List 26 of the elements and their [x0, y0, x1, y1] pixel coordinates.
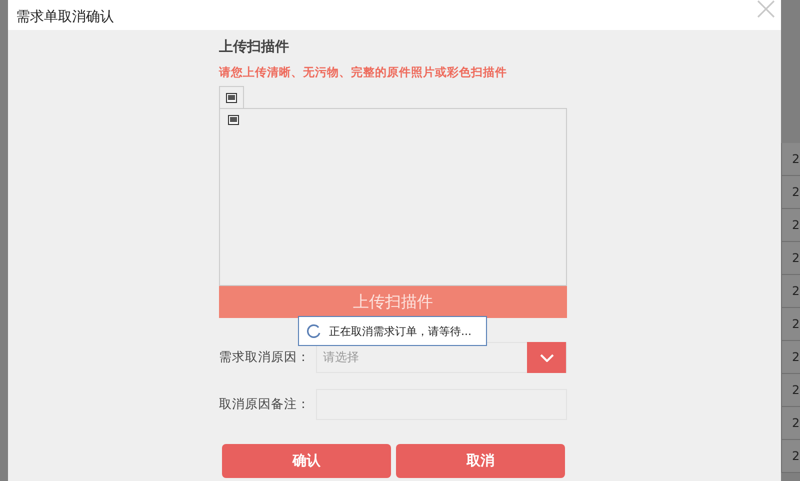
image-icon: [228, 115, 239, 125]
action-button[interactable]: 确认: [222, 444, 391, 478]
table-cell: 2: [782, 275, 800, 308]
table-cell: 2: [782, 440, 800, 473]
window-title: 需求单取消确认: [16, 8, 114, 26]
table-cell: 2: [782, 341, 800, 374]
field-label: 取消原因备注：: [219, 396, 311, 413]
field-label: 需求取消原因：: [219, 349, 311, 366]
table-cell: 2: [782, 209, 800, 242]
upload-button[interactable]: 上传扫描件: [219, 286, 567, 318]
table-cell: 2: [782, 374, 800, 407]
section-heading: 上传扫描件: [219, 38, 290, 56]
table-cell: 2: [782, 407, 800, 440]
loading-message: 正在取消需求订单，请等待...: [329, 324, 472, 338]
table-cell: 2: [782, 143, 800, 176]
reason-dropdown[interactable]: 请选择: [316, 342, 567, 373]
upload-note: 请您上传清晰、无污物、完整的原件照片或彩色扫描件: [219, 65, 508, 80]
spinner-icon: [307, 324, 321, 338]
image-icon: [226, 92, 237, 102]
caret-icon[interactable]: [527, 342, 566, 373]
action-button[interactable]: 取消: [396, 444, 565, 478]
table-cell: 2: [782, 242, 800, 275]
table-cell: 2: [782, 308, 800, 341]
table-cell: 2: [782, 176, 800, 209]
image-tab[interactable]: [219, 86, 244, 108]
placeholder-text: 请选择: [322, 349, 359, 366]
